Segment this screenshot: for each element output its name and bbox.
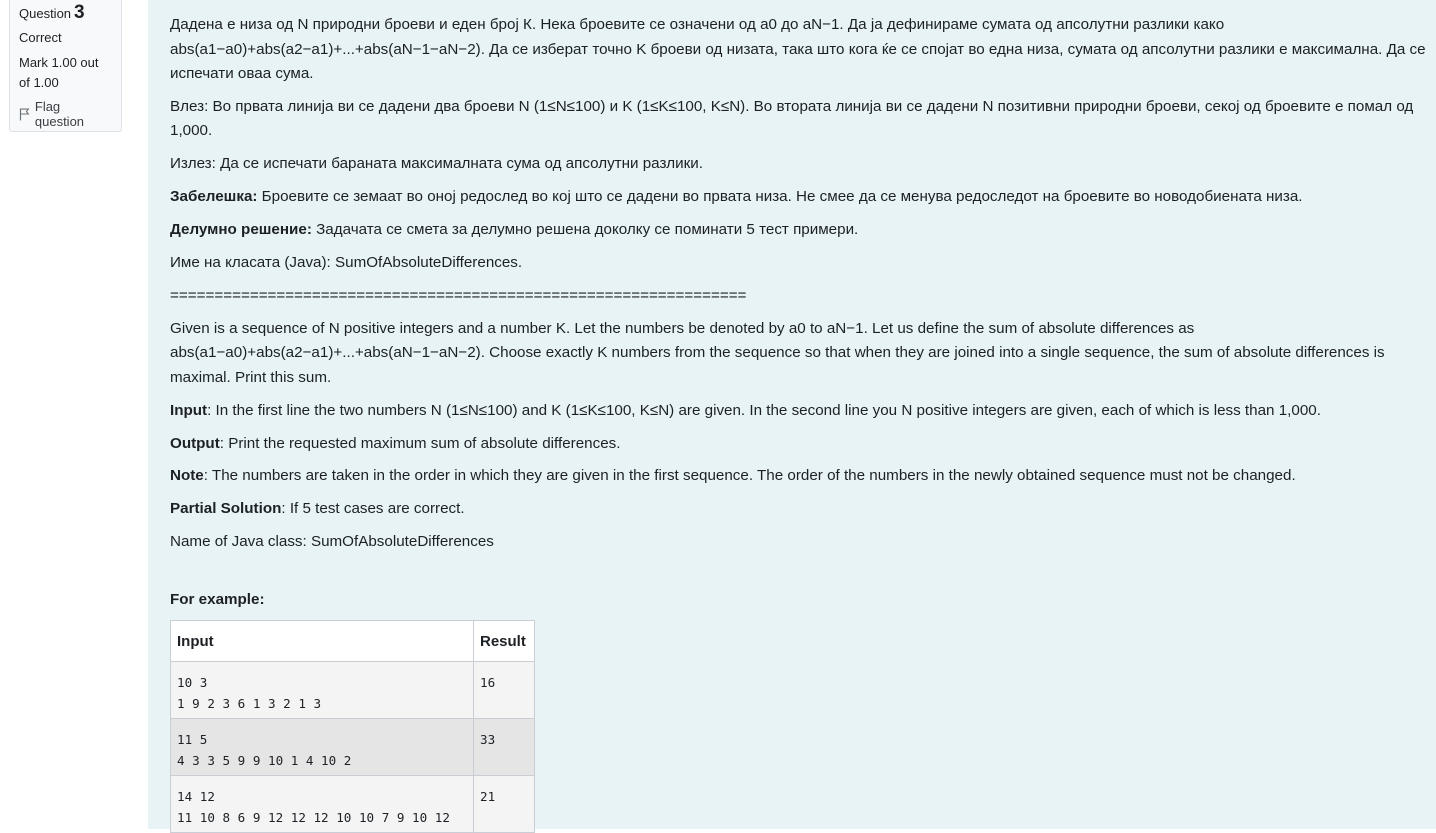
mk-partial: Делумно решение: Задачата се смета за де… [170, 218, 1436, 243]
en-output: Output: Print the requested maximum sum … [170, 432, 1436, 457]
en-output-label: Output [170, 434, 220, 452]
question-state: Correct [19, 30, 62, 45]
en-description: Given is a sequence of N positive intege… [170, 319, 1385, 386]
en-note-text: : The numbers are taken in the order in … [203, 467, 1296, 485]
en-partial-label: Partial Solution [170, 500, 282, 518]
en-classname: Name of Java class: SumOfAbsoluteDiffere… [170, 533, 494, 551]
result-cell: 33 [473, 718, 535, 777]
examples-table: Input Result 10 31 9 2 3 6 1 3 2 1 3 16 … [170, 619, 535, 833]
input-line: 11 5 [177, 732, 208, 748]
en-input-text: : In the first line the two numbers N (1… [207, 401, 1321, 419]
flag-icon [19, 108, 30, 120]
input-line: 1 9 2 3 6 1 3 2 1 3 [177, 696, 322, 712]
question-label: Question [19, 6, 72, 21]
input-cell: 14 12 11 10 8 6 9 12 12 12 10 10 7 9 10 1… [170, 775, 474, 833]
table-row: 10 3 1 9 2 3 6 1 3 2 1 3 16 [170, 661, 535, 720]
column-header-input: Input [170, 619, 474, 663]
result-cell: 16 [473, 661, 535, 720]
input-line: 11 10 8 6 9 12 12 12 10 10 7 9 10 12 [177, 810, 450, 826]
flag-question-link[interactable]: Flag question [19, 99, 112, 129]
mk-partial-label: Делумно решение: [170, 221, 312, 239]
examples-title: For example: [170, 591, 265, 609]
question-text: Дадена е низа од N природни броеви и еде… [148, 0, 1436, 833]
en-output-text: : Print the requested maximum sum of abs… [219, 434, 621, 452]
mk-partial-text: Задачата се смета за делумно решена доко… [311, 221, 859, 239]
en-input: Input: In the first line the two numbers… [170, 399, 1436, 424]
question-grade: Mark 1.00 out of 1.00 [19, 55, 99, 90]
mk-note-label: Забелешка: [170, 188, 258, 206]
en-note-label: Note [170, 467, 204, 485]
input-line: 4 3 3 5 9 9 10 1 4 10 2 [177, 753, 352, 769]
examples-header-row: Input Result [170, 619, 535, 663]
en-partial: Partial Solution: If 5 test cases are co… [170, 497, 1436, 522]
mk-description: Дадена е низа од N природни броеви и еде… [170, 16, 1426, 82]
table-row: 14 12 11 10 8 6 9 12 12 12 10 10 7 9 10 1… [170, 775, 535, 833]
en-input-label: Input [170, 401, 208, 419]
mk-note: Забелешка: Броевите се земаат во оној ре… [170, 185, 1436, 210]
question-info-panel: Question 3 Correct Mark 1.00 out of 1.00 … [9, 0, 122, 132]
question-number-value: 3 [74, 2, 85, 23]
question-number: Question 3 [19, 2, 112, 24]
en-partial-text: : If 5 test cases are correct. [281, 500, 465, 518]
mk-output: Излез: Да се испечати бараната максималн… [170, 155, 703, 173]
input-line: 14 12 [177, 789, 215, 805]
mk-input: Влез: Во првата линија ви се дадени два … [170, 97, 1414, 140]
mk-classname: Име на класата (Java): SumOfAbsoluteDiff… [170, 253, 523, 271]
input-cell: 10 3 1 9 2 3 6 1 3 2 1 3 [170, 661, 474, 720]
en-note: Note: The numbers are taken in the order… [170, 464, 1436, 489]
separator-line: ========================================… [170, 286, 747, 304]
input-line: 10 3 [177, 675, 208, 691]
result-cell: 21 [473, 775, 535, 833]
mk-note-text: Броевите се земаат во оној редослед во к… [257, 188, 1303, 206]
input-cell: 11 5 4 3 3 5 9 9 10 1 4 10 2 [170, 718, 474, 777]
column-header-result: Result [473, 619, 535, 663]
flag-question-label: Flag question [34, 99, 85, 129]
table-row: 11 5 4 3 3 5 9 9 10 1 4 10 2 33 [170, 718, 535, 777]
